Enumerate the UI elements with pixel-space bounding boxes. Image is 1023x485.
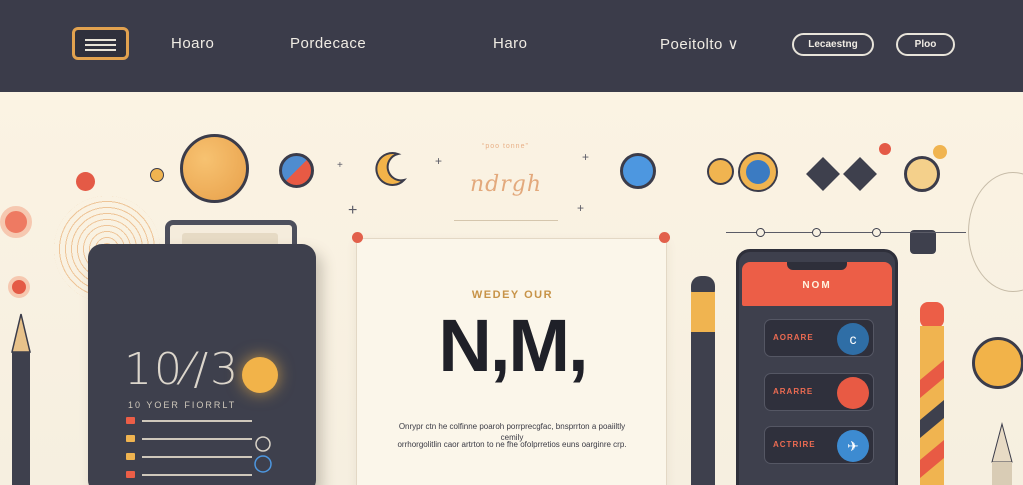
globe-outline-icon <box>968 172 1023 292</box>
nav-link-home[interactable]: Hoaro <box>171 35 214 52</box>
phone-list-label: ACTRIRE <box>773 440 816 449</box>
right-orange-orb-icon <box>972 337 1023 389</box>
checkbox-icon <box>126 471 135 478</box>
coral-ring-icon <box>0 206 32 238</box>
c-circle-icon: c <box>837 323 869 355</box>
diamond-icon <box>843 157 877 191</box>
checklist-line <box>142 456 252 458</box>
pencil-tip-icon <box>991 422 1013 485</box>
phone-list-item[interactable]: ACTRIRE ✈ <box>764 426 874 464</box>
hamburger-menu-button[interactable] <box>72 27 129 60</box>
phone-header-bar: NOM <box>742 262 892 306</box>
menu-bar-icon <box>85 49 116 51</box>
record-circle-icon <box>837 377 869 409</box>
logo-underline <box>454 220 558 221</box>
sparkle-icon: + <box>577 201 585 215</box>
sparkle-icon: + <box>348 202 358 219</box>
sparkle-icon: + <box>582 150 590 164</box>
nav-link-portfolio-dropdown[interactable]: Poeitolto ∨ <box>660 35 739 53</box>
hero-eyebrow: WEDEY OUR <box>471 289 554 301</box>
sparkle-icon: + <box>435 154 443 168</box>
top-navbar: Hoaro Pordecace Haro Poeitolto ∨ Lecaest… <box>0 0 1023 92</box>
small-orange-orb-icon <box>707 158 734 185</box>
phone-list-item[interactable]: ARARRE <box>764 373 874 411</box>
menu-bar-icon <box>85 44 116 46</box>
pin-icon <box>352 232 363 243</box>
menu-bar-icon <box>85 39 116 41</box>
large-orange-orb-icon <box>180 134 249 203</box>
marker-icon <box>691 276 715 485</box>
hero-headline: N,M, <box>438 304 588 387</box>
pencil-icon <box>11 313 31 485</box>
eight-glyph-icon <box>254 436 272 473</box>
red-dot-icon <box>76 172 95 191</box>
nav-link-hero[interactable]: Haro <box>493 35 528 52</box>
tiny-red-dot-icon <box>879 143 891 155</box>
phone-title: NOM <box>802 280 832 291</box>
hero-illustration: + + + + + “poo tonne” ndrgh 10⁄/3 10 YOE… <box>0 92 1023 485</box>
plane-circle-icon: ✈ <box>837 430 869 462</box>
square-block-icon <box>910 230 936 254</box>
outlined-orb-icon <box>904 156 940 192</box>
clipboard-card: 10⁄/3 10 YOER FIORRLT <box>88 244 316 485</box>
glowing-dot-icon <box>242 357 278 393</box>
split-ball-icon <box>279 153 314 188</box>
ring-orb-icon <box>740 154 776 190</box>
small-orange-dot-icon <box>150 168 164 182</box>
phone-notch <box>787 262 847 270</box>
slider-knob-icon <box>812 228 821 237</box>
coral-dot-icon <box>8 276 30 298</box>
checklist-line <box>142 474 252 476</box>
clipboard-caption: 10 YOER FIORRLT <box>128 400 237 410</box>
phone-list-item[interactable]: AORARE c <box>764 319 874 357</box>
checkbox-icon <box>126 417 135 424</box>
checkbox-icon <box>126 435 135 442</box>
slider-knob-icon <box>756 228 765 237</box>
logo-tagline: “poo tonne” <box>482 143 529 150</box>
checkbox-icon <box>126 453 135 460</box>
blue-orb-icon <box>620 153 656 189</box>
phone-list-label: ARARRE <box>773 387 814 396</box>
sparkle-icon: + <box>337 160 343 171</box>
pin-icon <box>659 232 670 243</box>
logo-script-text: ndrgh <box>470 172 543 197</box>
slider-knob-icon <box>872 228 881 237</box>
nav-link-products[interactable]: Pordecace <box>290 35 366 52</box>
clipboard-stat-number: 10⁄/3 <box>124 344 241 395</box>
diamond-icon <box>806 157 840 191</box>
nav-pill-button-2[interactable]: Ploo <box>896 33 955 56</box>
checklist-line <box>142 438 252 440</box>
phone-list-label: AORARE <box>773 333 814 342</box>
striped-pencil-icon <box>920 302 944 485</box>
checklist-line <box>142 420 252 422</box>
moon-icon <box>375 152 408 186</box>
nav-pill-button-1[interactable]: Lecaestng <box>792 33 874 56</box>
hero-content-card: WEDEY OUR N,M, Onrypr ctn he colfinne po… <box>356 238 667 485</box>
hero-body-line-2: orrhorgolitlin caor artrton to ne fhe of… <box>397 440 627 449</box>
phone-mockup: NOM AORARE c ARARRE ACTRIRE ✈ <box>736 249 898 485</box>
tiny-orange-dot-icon <box>933 145 947 159</box>
